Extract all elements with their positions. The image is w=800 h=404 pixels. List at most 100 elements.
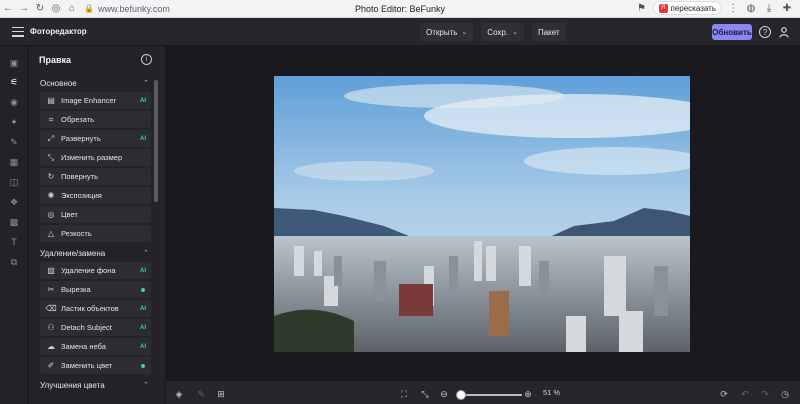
reload-icon[interactable]: ↻ <box>32 1 48 17</box>
tool-color[interactable]: ◎ Цвет <box>40 206 151 223</box>
home-icon[interactable]: ⌂ <box>64 1 80 17</box>
texture-icon[interactable]: ▩ <box>7 215 21 229</box>
translate-button[interactable]: Я пересказать <box>652 1 722 15</box>
detach-subject-icon: ⚇ <box>47 323 55 332</box>
zoom-slider-track[interactable] <box>460 394 522 396</box>
tool-label: Вырезка <box>61 285 91 294</box>
info-icon[interactable]: i <box>141 54 152 65</box>
tool-expand[interactable]: ⤢ Развернуть AI <box>40 130 151 147</box>
chevron-down-icon: ⌄ <box>461 29 468 36</box>
tool-label: Цвет <box>61 210 78 219</box>
tool-background-remover[interactable]: ▨ Удаление фона AI <box>40 262 151 279</box>
forward-icon[interactable]: → <box>16 1 32 17</box>
color-picker-icon: ✐ <box>47 361 55 370</box>
yandex-icon: Я <box>658 3 668 13</box>
panel-scrollbar[interactable] <box>154 80 158 202</box>
tool-crop[interactable]: ⌗ Обрезать <box>40 111 151 128</box>
section-label: Удаление/замена <box>40 248 106 258</box>
photo-canvas[interactable] <box>274 76 690 352</box>
address-bar[interactable]: www.befunky.com <box>98 4 328 14</box>
tool-label: Удаление фона <box>61 266 116 275</box>
section-color[interactable]: Улучшения цвета ⌃ <box>29 376 165 394</box>
frames-icon[interactable]: ▦ <box>7 155 21 169</box>
brush-icon[interactable]: ✎ <box>7 135 21 149</box>
history-icon[interactable]: ◷ <box>778 387 792 401</box>
chevron-up-icon: ⌃ <box>143 382 149 389</box>
new-dot-icon <box>141 287 145 292</box>
eraser-icon: ⌫ <box>45 304 57 313</box>
extension-icon[interactable]: ◎ <box>48 1 64 17</box>
tool-replace-color[interactable]: ✐ Заменить цвет <box>40 357 151 374</box>
effects-icon[interactable]: ✦ <box>7 115 21 129</box>
hamburger-menu-icon[interactable] <box>12 26 24 37</box>
save-label: Сохр. <box>487 27 509 37</box>
extensions-icon[interactable]: ✚ <box>780 1 794 15</box>
tool-resize[interactable]: ⤡ Изменить размер <box>40 149 151 166</box>
lock-icon[interactable]: 🔒 <box>84 4 94 14</box>
layers-icon[interactable]: ⧉ <box>7 255 21 269</box>
layers-icon[interactable]: ◈ <box>172 387 186 401</box>
downloads-icon[interactable]: ⤓ <box>762 1 776 15</box>
sky-icon: ☁ <box>47 342 55 351</box>
edit-sliders-icon[interactable]: ⚟ <box>7 75 21 89</box>
image-icon[interactable]: ▣ <box>7 56 21 70</box>
back-icon[interactable]: ← <box>0 1 16 17</box>
tool-sharpen[interactable]: △ Резкость <box>40 225 151 242</box>
crop-icon: ⌗ <box>48 114 54 124</box>
browser-chrome: ← → ↻ ◎ ⌂ 🔒 www.befunky.com Photo Editor… <box>0 0 800 18</box>
tool-label: Экспозиция <box>61 191 102 200</box>
tool-label: Ластик объектов <box>61 304 119 313</box>
open-button[interactable]: Открыть ⌄ <box>420 23 474 41</box>
section-label: Основное <box>40 78 77 88</box>
refresh-icon[interactable]: ⟳ <box>717 387 731 401</box>
bookmark-icon[interactable]: ⚑ <box>635 1 649 15</box>
globe-icon[interactable]: ◍ <box>744 1 758 15</box>
chevron-up-icon: ⌃ <box>143 250 149 257</box>
text-icon[interactable]: T <box>7 235 21 249</box>
more-icon[interactable]: ⋮ <box>726 1 740 15</box>
tool-label: Повернуть <box>61 172 99 181</box>
eye-icon[interactable]: ◉ <box>7 95 21 109</box>
zoom-out-icon[interactable]: ⊖ <box>437 387 451 401</box>
tool-rail: ▣ ⚟ ◉ ✦ ✎ ▦ ◫ ❖ ▩ T ⧉ <box>0 46 28 404</box>
section-label: Улучшения цвета <box>40 380 105 390</box>
section-basic[interactable]: Основное ⌃ <box>29 74 165 92</box>
app-header: Фоторедактор Открыть ⌄ Сохр. ⌄ Пакет Обн… <box>0 18 800 46</box>
zoom-in-icon[interactable]: ⊕ <box>521 387 535 401</box>
section-removal[interactable]: Удаление/замена ⌃ <box>29 244 165 262</box>
tool-label: Замена неба <box>61 342 106 351</box>
chevron-down-icon: ⌄ <box>512 29 518 36</box>
grid-icon[interactable]: ⊞ <box>214 387 228 401</box>
redo-icon[interactable]: ↷ <box>758 387 772 401</box>
batch-button[interactable]: Пакет <box>531 23 566 41</box>
background-remove-icon: ▨ <box>47 266 55 275</box>
resize-icon: ⤡ <box>47 152 55 162</box>
undo-icon[interactable]: ↶ <box>738 387 752 401</box>
ai-badge: AI <box>140 324 146 331</box>
tool-sky-replace[interactable]: ☁ Замена неба AI <box>40 338 151 355</box>
tool-image-enhancer[interactable]: ▤ Image Enhancer AI <box>40 92 151 109</box>
tool-detach-subject[interactable]: ⚇ Detach Subject AI <box>40 319 151 336</box>
tool-exposure[interactable]: ✺ Экспозиция <box>40 187 151 204</box>
upgrade-button[interactable]: Обновить <box>712 24 752 40</box>
fit-screen-icon[interactable]: ⛶ <box>397 387 411 401</box>
help-icon[interactable]: ? <box>759 26 771 38</box>
history-brush-icon[interactable]: ✎ <box>194 387 208 401</box>
user-icon[interactable] <box>778 25 790 39</box>
expand-icon: ⤢ <box>47 133 55 143</box>
color-icon: ◎ <box>47 210 55 219</box>
actual-size-icon[interactable]: ⤡ <box>418 387 432 401</box>
app-title: Фоторедактор <box>30 27 87 36</box>
tool-label: Изменить размер <box>61 153 123 162</box>
ai-badge: AI <box>140 267 146 274</box>
tool-label: Image Enhancer <box>61 96 117 105</box>
tool-cutout[interactable]: ✂ Вырезка <box>40 281 151 298</box>
enhance-icon: ▤ <box>47 96 55 105</box>
save-button[interactable]: Сохр. ⌄ <box>481 23 524 41</box>
zoom-slider-handle[interactable] <box>456 390 466 400</box>
tool-object-eraser[interactable]: ⌫ Ластик объектов AI <box>40 300 151 317</box>
tool-rotate[interactable]: ↻ Повернуть <box>40 168 151 185</box>
graphics-icon[interactable]: ❖ <box>7 195 21 209</box>
open-label: Открыть <box>426 27 458 37</box>
overlay-icon[interactable]: ◫ <box>7 175 21 189</box>
